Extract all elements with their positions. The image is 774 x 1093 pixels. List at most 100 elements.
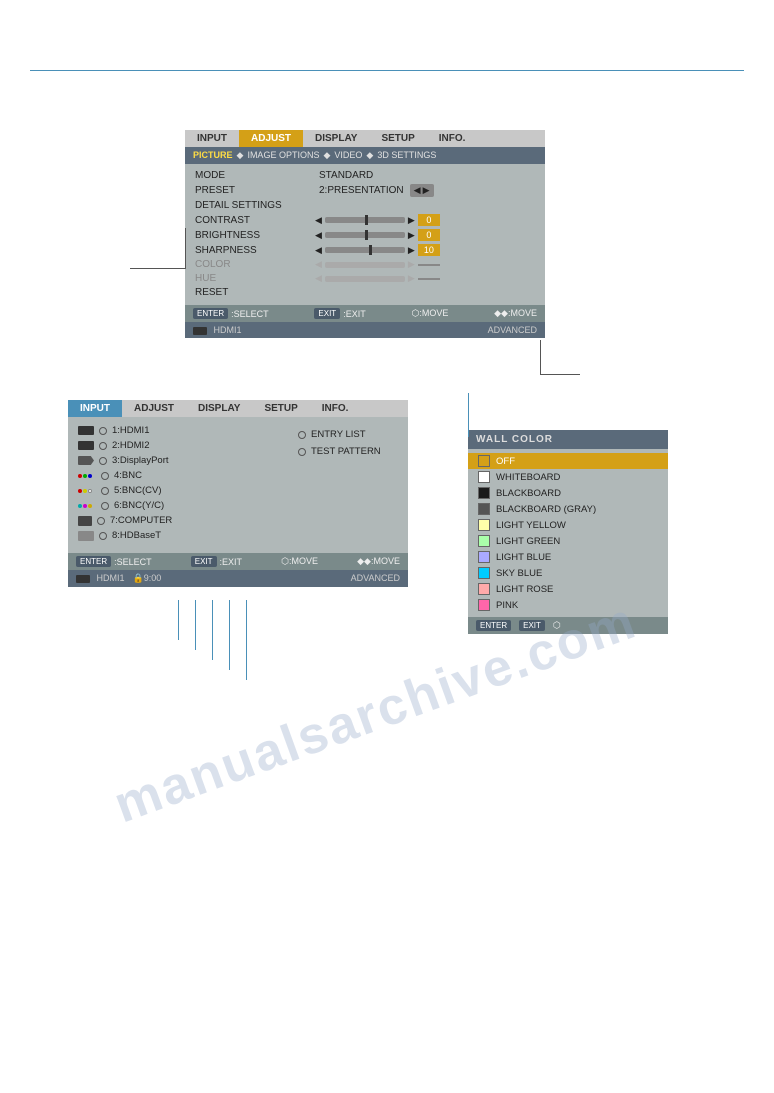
sharpness-right-arrow[interactable]: ▶ <box>408 245 415 256</box>
contrast-right-arrow[interactable]: ▶ <box>408 215 415 226</box>
input-item-bnccv[interactable]: 5:BNC(CV) <box>78 485 288 496</box>
wc-label-light-green[interactable]: LIGHT GREEN <box>496 536 560 547</box>
input-item-hdmi2[interactable]: 2:HDMI2 <box>78 440 288 451</box>
input-label-bnccv[interactable]: 5:BNC(CV) <box>114 485 162 496</box>
wc-swatch-blackboard-gray <box>478 503 490 515</box>
tab-input-upper[interactable]: INPUT <box>185 130 239 147</box>
brightness-left-arrow[interactable]: ◀ <box>315 230 322 241</box>
reset-row[interactable]: RESET <box>195 287 535 298</box>
mode-label: MODE <box>195 170 315 181</box>
footer-exit-action: :EXIT <box>343 309 366 319</box>
upper-input-label: HDMI1 <box>214 325 242 335</box>
wc-item-off[interactable]: OFF <box>468 453 668 469</box>
input-item-computer[interactable]: 7:COMPUTER <box>78 515 288 526</box>
wc-item-blackboard-gray[interactable]: BLACKBOARD (GRAY) <box>468 501 668 517</box>
wc-label-light-rose[interactable]: LIGHT ROSE <box>496 584 553 595</box>
input-label-dp[interactable]: 3:DisplayPort <box>112 455 169 466</box>
contrast-left-arrow[interactable]: ◀ <box>315 215 322 226</box>
wc-label-blackboard-gray[interactable]: BLACKBOARD (GRAY) <box>496 504 596 515</box>
tab-input-lower[interactable]: INPUT <box>68 400 122 417</box>
wc-label-pink[interactable]: PINK <box>496 600 518 611</box>
wc-label-light-yellow[interactable]: LIGHT YELLOW <box>496 520 566 531</box>
input-item-bnc[interactable]: 4:BNC <box>78 470 288 481</box>
reset-label[interactable]: RESET <box>195 287 315 298</box>
option-label-entry-list[interactable]: ENTRY LIST <box>311 429 366 440</box>
wc-item-light-green[interactable]: LIGHT GREEN <box>468 533 668 549</box>
input-label-hdmi2[interactable]: 2:HDMI2 <box>112 440 149 451</box>
tab-adjust-upper[interactable]: ADJUST <box>239 130 303 147</box>
wall-color-menu: WALL COLOR OFF WHITEBOARD BLACKBOARD BLA… <box>468 430 668 634</box>
submenu-3d[interactable]: 3D SETTINGS <box>377 150 436 161</box>
submenu-video[interactable]: VIDEO <box>334 150 362 161</box>
brightness-label: BRIGHTNESS <box>195 230 315 241</box>
sharpness-track[interactable] <box>325 247 405 253</box>
sharpness-slider[interactable]: ◀ ▶ 10 <box>315 244 440 256</box>
contrast-thumb[interactable] <box>365 215 368 225</box>
hue-right-arrow: ▶ <box>408 273 415 284</box>
tab-info-upper[interactable]: INFO. <box>427 130 478 147</box>
sharpness-thumb[interactable] <box>369 245 372 255</box>
brightness-right-arrow[interactable]: ▶ <box>408 230 415 241</box>
bncyc-dot-c <box>78 504 82 508</box>
callout-line-4 <box>540 374 580 375</box>
wc-item-blackboard[interactable]: BLACKBOARD <box>468 485 668 501</box>
wc-swatch-light-rose <box>478 583 490 595</box>
input-label-bncyc[interactable]: 6:BNC(Y/C) <box>114 500 164 511</box>
option-label-test-pattern[interactable]: TEST PATTERN <box>311 446 381 457</box>
wc-item-sky-blue[interactable]: SKY BLUE <box>468 565 668 581</box>
wc-label-blackboard[interactable]: BLACKBOARD <box>496 488 561 499</box>
wc-item-light-blue[interactable]: LIGHT BLUE <box>468 549 668 565</box>
lower-footer-exit-key: EXIT <box>191 556 217 567</box>
detail-settings-label[interactable]: DETAIL SETTINGS <box>195 200 315 211</box>
wc-item-light-rose[interactable]: LIGHT ROSE <box>468 581 668 597</box>
input-item-dp[interactable]: 3:DisplayPort <box>78 455 288 466</box>
wc-item-whiteboard[interactable]: WHITEBOARD <box>468 469 668 485</box>
contrast-value: 0 <box>418 214 440 226</box>
input-item-hdbase[interactable]: 8:HDBaseT <box>78 530 288 541</box>
input-label-computer[interactable]: 7:COMPUTER <box>110 515 172 526</box>
lower-hdmi-icon <box>76 575 90 583</box>
preset-arrow-right[interactable]: ▶ <box>423 185 430 196</box>
input-label-hdbase[interactable]: 8:HDBaseT <box>112 530 161 541</box>
submenu-picture[interactable]: PICTURE <box>193 150 233 161</box>
tab-display-lower[interactable]: DISPLAY <box>186 400 252 417</box>
wc-item-pink[interactable]: PINK <box>468 597 668 613</box>
submenu-image-options[interactable]: IMAGE OPTIONS <box>247 150 319 161</box>
wc-item-light-yellow[interactable]: LIGHT YELLOW <box>468 517 668 533</box>
bncyc-dot-m <box>83 504 87 508</box>
detail-settings-row[interactable]: DETAIL SETTINGS <box>195 200 535 211</box>
hue-left-arrow: ◀ <box>315 273 322 284</box>
tab-adjust-lower[interactable]: ADJUST <box>122 400 186 417</box>
brightness-track[interactable] <box>325 232 405 238</box>
wc-label-whiteboard[interactable]: WHITEBOARD <box>496 472 560 483</box>
input-label-bnc[interactable]: 4:BNC <box>114 470 142 481</box>
wc-label-off[interactable]: OFF <box>496 456 515 467</box>
contrast-slider[interactable]: ◀ ▶ 0 <box>315 214 440 226</box>
input-item-hdmi1[interactable]: 1:HDMI1 <box>78 425 288 436</box>
tab-info-lower[interactable]: INFO. <box>310 400 361 417</box>
tab-setup-lower[interactable]: SETUP <box>252 400 309 417</box>
sharpness-left-arrow[interactable]: ◀ <box>315 245 322 256</box>
submenu-sep2: ◆ <box>323 150 330 161</box>
brightness-slider[interactable]: ◀ ▶ 0 <box>315 229 440 241</box>
callout-line-1 <box>185 228 186 268</box>
wc-label-sky-blue[interactable]: SKY BLUE <box>496 568 542 579</box>
footer-exit-key: EXIT <box>314 308 340 319</box>
preset-arrow-left[interactable]: ◀ <box>414 185 421 196</box>
input-item-bncyc[interactable]: 6:BNC(Y/C) <box>78 500 288 511</box>
option-test-pattern[interactable]: TEST PATTERN <box>298 446 398 457</box>
input-label-hdmi1[interactable]: 1:HDMI1 <box>112 425 149 436</box>
wc-footer-exit[interactable]: EXIT <box>519 620 545 631</box>
contrast-track[interactable] <box>325 217 405 223</box>
upper-mode-status: ADVANCED <box>488 325 537 335</box>
brightness-thumb[interactable] <box>365 230 368 240</box>
wc-label-light-blue[interactable]: LIGHT BLUE <box>496 552 551 563</box>
upper-menu-footer: ENTER :SELECT EXIT :EXIT ⬡:MOVE ◆◆:MOVE <box>185 305 545 322</box>
option-entry-list[interactable]: ENTRY LIST <box>298 429 398 440</box>
connector-line-3 <box>212 600 213 660</box>
wc-footer-enter[interactable]: ENTER <box>476 620 511 631</box>
tab-display-upper[interactable]: DISPLAY <box>303 130 369 147</box>
upper-adjust-menu: INPUT ADJUST DISPLAY SETUP INFO. PICTURE… <box>185 130 545 338</box>
tab-setup-upper[interactable]: SETUP <box>369 130 426 147</box>
preset-arrows[interactable]: ◀ ▶ <box>410 184 434 197</box>
